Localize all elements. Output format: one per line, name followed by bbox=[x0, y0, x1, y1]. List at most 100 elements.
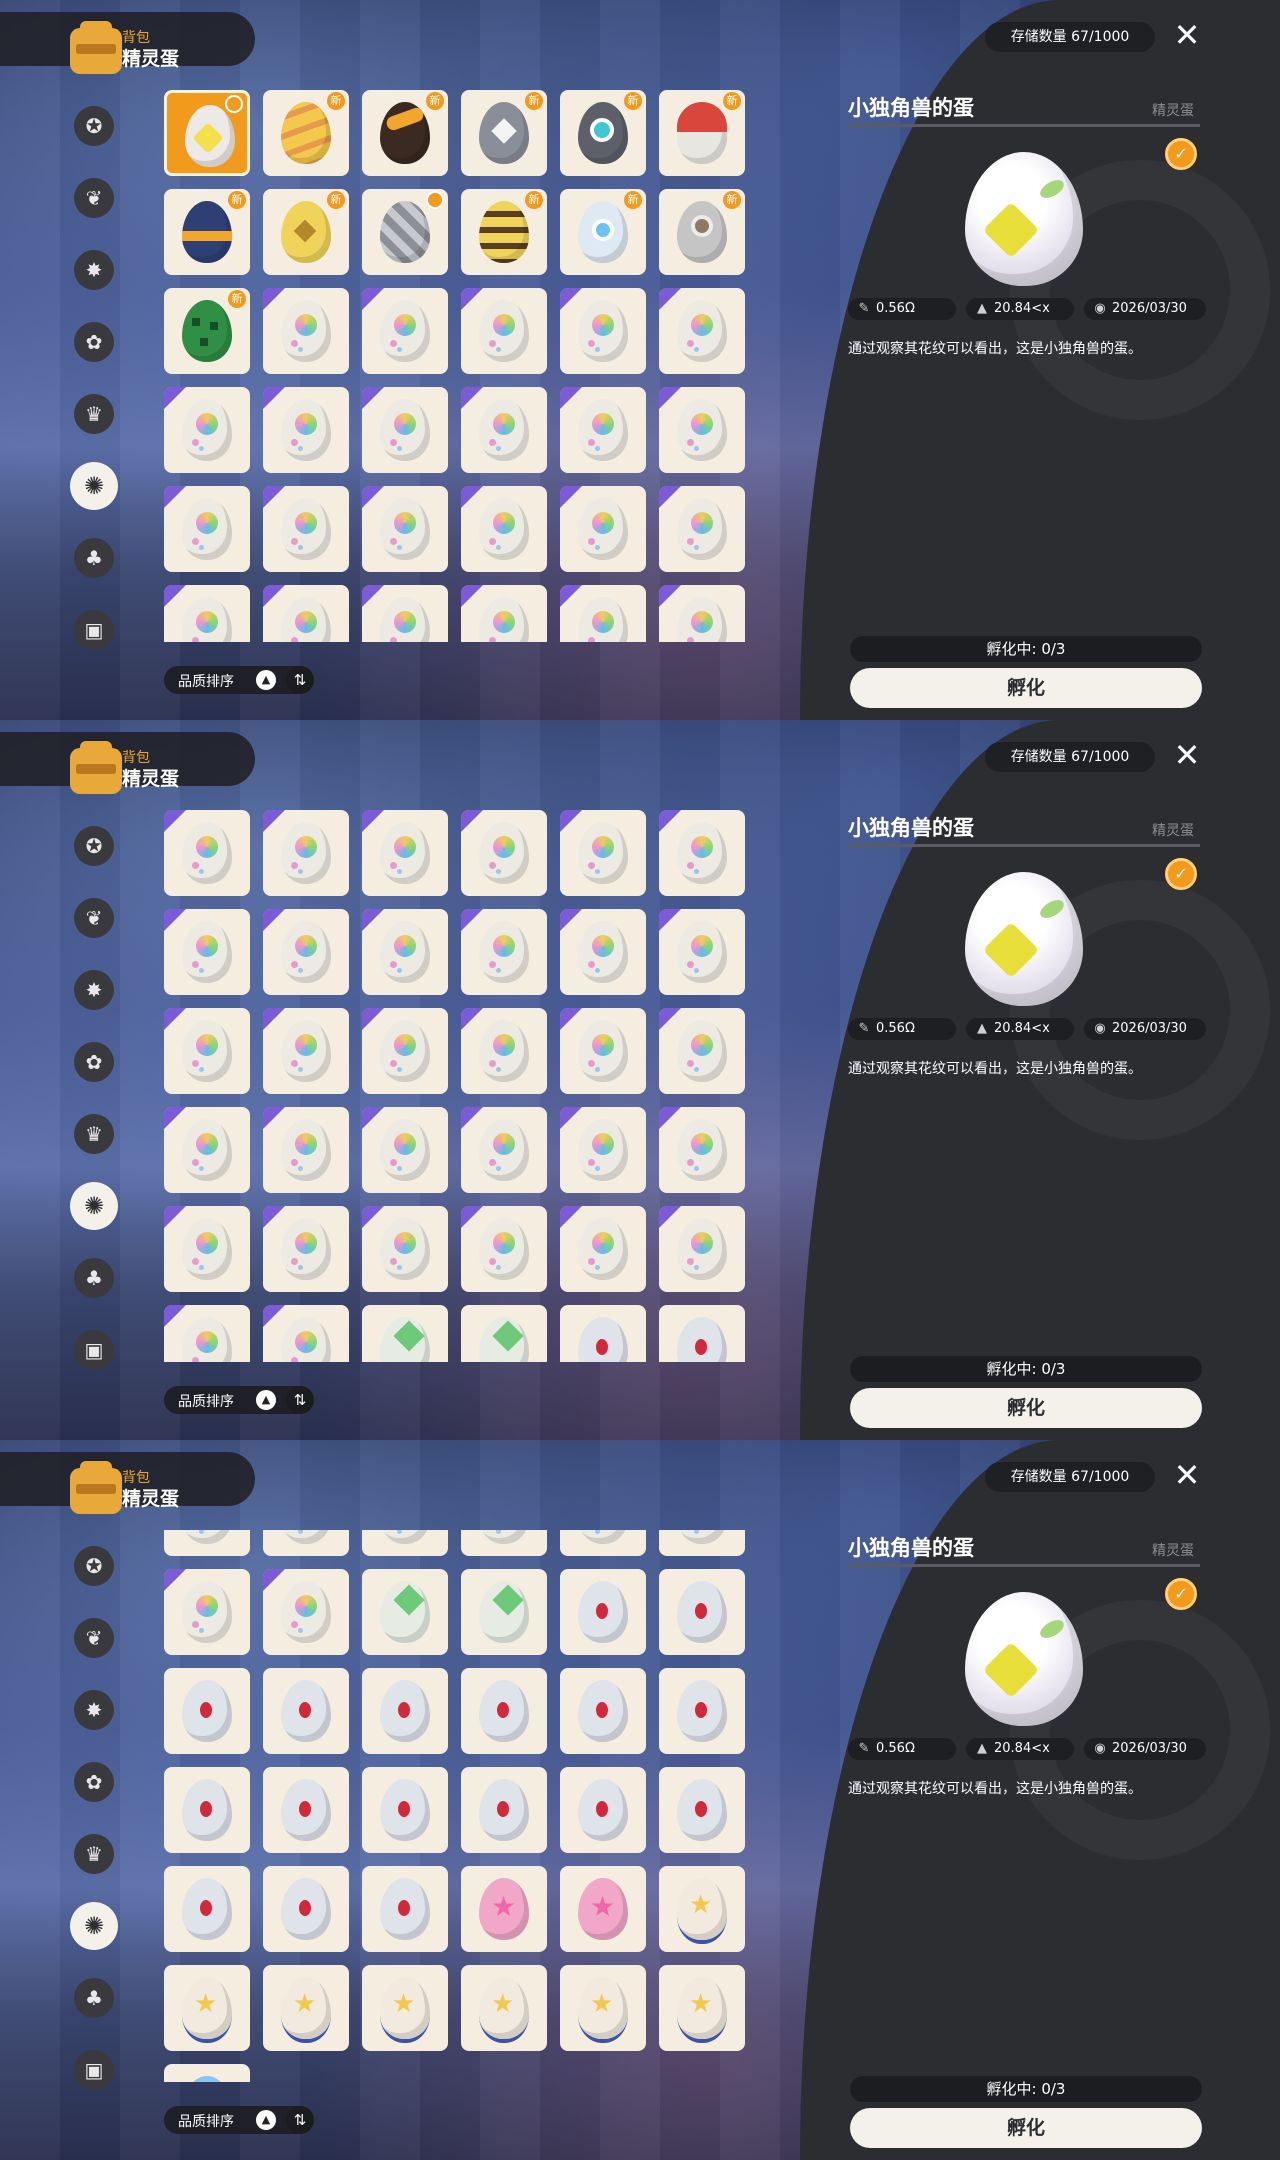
egg-slot[interactable] bbox=[263, 585, 349, 642]
sidebar-chest-icon[interactable]: ▣ bbox=[74, 610, 114, 650]
sidebar-scroll-icon[interactable]: ♛ bbox=[74, 1114, 114, 1154]
egg-slot[interactable] bbox=[560, 387, 646, 473]
sidebar-sparkle-icon[interactable]: ✸ bbox=[74, 1690, 114, 1730]
egg-slot[interactable] bbox=[659, 1767, 745, 1853]
sort-order-toggle-button[interactable]: ⇅ bbox=[286, 2106, 314, 2134]
egg-slot[interactable] bbox=[461, 1767, 547, 1853]
egg-slot[interactable] bbox=[164, 2064, 250, 2082]
egg-slot[interactable] bbox=[659, 1530, 745, 1556]
egg-slot[interactable] bbox=[659, 585, 745, 642]
egg-slot[interactable] bbox=[461, 288, 547, 374]
egg-slot[interactable] bbox=[164, 1965, 250, 2051]
egg-slot[interactable] bbox=[560, 1008, 646, 1094]
sidebar-acorn-icon[interactable]: ♣ bbox=[74, 538, 114, 578]
egg-slot[interactable] bbox=[164, 486, 250, 572]
sidebar-star-badge-icon[interactable]: ✪ bbox=[74, 1546, 114, 1586]
egg-slot[interactable] bbox=[164, 90, 250, 176]
close-button[interactable]: ✕ bbox=[1170, 738, 1204, 772]
sidebar-leaf-icon[interactable]: ❦ bbox=[74, 1618, 114, 1658]
egg-slot[interactable]: 新 bbox=[659, 90, 745, 176]
egg-slot[interactable] bbox=[461, 909, 547, 995]
egg-slot[interactable] bbox=[659, 1107, 745, 1193]
egg-slot[interactable]: 新 bbox=[461, 189, 547, 275]
egg-slot[interactable] bbox=[362, 1305, 448, 1362]
egg-slot[interactable] bbox=[461, 585, 547, 642]
egg-slot[interactable] bbox=[362, 1767, 448, 1853]
egg-slot[interactable] bbox=[164, 1305, 250, 1362]
egg-slot[interactable] bbox=[560, 288, 646, 374]
egg-slot[interactable]: 新 bbox=[560, 189, 646, 275]
sidebar-plant-icon[interactable]: ✿ bbox=[74, 322, 114, 362]
egg-slot[interactable] bbox=[560, 810, 646, 896]
egg-slot[interactable] bbox=[659, 1965, 745, 2051]
egg-slot[interactable] bbox=[659, 909, 745, 995]
sidebar-star-badge-icon[interactable]: ✪ bbox=[74, 826, 114, 866]
egg-slot[interactable] bbox=[164, 1668, 250, 1754]
egg-slot[interactable] bbox=[560, 1965, 646, 2051]
sidebar-leaf-icon[interactable]: ❦ bbox=[74, 178, 114, 218]
egg-slot[interactable] bbox=[461, 387, 547, 473]
egg-slot[interactable] bbox=[560, 909, 646, 995]
egg-slot[interactable] bbox=[263, 288, 349, 374]
sidebar-egg-category-icon[interactable]: ✺ bbox=[70, 1182, 118, 1230]
egg-slot[interactable] bbox=[560, 1107, 646, 1193]
egg-slot[interactable] bbox=[461, 486, 547, 572]
egg-slot[interactable] bbox=[362, 189, 448, 275]
egg-slot[interactable] bbox=[164, 1569, 250, 1655]
sidebar-acorn-icon[interactable]: ♣ bbox=[74, 1258, 114, 1298]
egg-slot[interactable] bbox=[461, 1008, 547, 1094]
egg-slot[interactable] bbox=[461, 1530, 547, 1556]
egg-slot[interactable] bbox=[263, 810, 349, 896]
sidebar-acorn-icon[interactable]: ♣ bbox=[74, 1978, 114, 2018]
egg-slot[interactable] bbox=[560, 1668, 646, 1754]
sidebar-scroll-icon[interactable]: ♛ bbox=[74, 394, 114, 434]
egg-slot[interactable] bbox=[164, 1107, 250, 1193]
sidebar-chest-icon[interactable]: ▣ bbox=[74, 1330, 114, 1370]
sidebar-sparkle-icon[interactable]: ✸ bbox=[74, 250, 114, 290]
egg-slot[interactable] bbox=[362, 585, 448, 642]
egg-slot[interactable] bbox=[560, 1206, 646, 1292]
egg-slot[interactable] bbox=[461, 1965, 547, 2051]
egg-slot[interactable] bbox=[164, 810, 250, 896]
egg-slot[interactable] bbox=[164, 1008, 250, 1094]
egg-slot[interactable] bbox=[362, 1668, 448, 1754]
egg-slot[interactable] bbox=[263, 1107, 349, 1193]
egg-slot[interactable] bbox=[263, 1008, 349, 1094]
egg-slot[interactable] bbox=[164, 1767, 250, 1853]
egg-slot[interactable] bbox=[461, 1206, 547, 1292]
egg-slot[interactable] bbox=[263, 387, 349, 473]
sidebar-sparkle-icon[interactable]: ✸ bbox=[74, 970, 114, 1010]
egg-slot[interactable] bbox=[461, 1668, 547, 1754]
sidebar-plant-icon[interactable]: ✿ bbox=[74, 1762, 114, 1802]
egg-slot[interactable]: 新 bbox=[461, 90, 547, 176]
egg-slot[interactable] bbox=[362, 1965, 448, 2051]
egg-slot[interactable]: 新 bbox=[164, 288, 250, 374]
close-button[interactable]: ✕ bbox=[1170, 1458, 1204, 1492]
egg-slot[interactable] bbox=[263, 1767, 349, 1853]
egg-slot[interactable] bbox=[164, 909, 250, 995]
egg-slot[interactable] bbox=[263, 1866, 349, 1952]
egg-slot[interactable] bbox=[659, 1866, 745, 1952]
egg-slot[interactable] bbox=[659, 1305, 745, 1362]
hatch-button[interactable]: 孵化 bbox=[850, 668, 1202, 708]
egg-slot[interactable] bbox=[263, 1206, 349, 1292]
sidebar-egg-category-icon[interactable]: ✺ bbox=[70, 462, 118, 510]
sidebar-plant-icon[interactable]: ✿ bbox=[74, 1042, 114, 1082]
egg-slot[interactable] bbox=[560, 1569, 646, 1655]
egg-slot[interactable] bbox=[659, 1008, 745, 1094]
egg-slot[interactable] bbox=[362, 1206, 448, 1292]
sort-order-toggle-button[interactable]: ⇅ bbox=[286, 666, 314, 694]
egg-slot[interactable] bbox=[659, 486, 745, 572]
sidebar-scroll-icon[interactable]: ♛ bbox=[74, 1834, 114, 1874]
egg-slot[interactable] bbox=[263, 1668, 349, 1754]
egg-slot[interactable] bbox=[560, 1767, 646, 1853]
egg-slot[interactable] bbox=[164, 1206, 250, 1292]
egg-slot[interactable] bbox=[362, 1008, 448, 1094]
egg-slot[interactable] bbox=[362, 810, 448, 896]
hatch-button[interactable]: 孵化 bbox=[850, 2108, 1202, 2148]
egg-slot[interactable]: 新 bbox=[560, 90, 646, 176]
egg-slot[interactable] bbox=[659, 1569, 745, 1655]
egg-slot[interactable] bbox=[362, 387, 448, 473]
egg-slot[interactable] bbox=[362, 1569, 448, 1655]
sidebar-leaf-icon[interactable]: ❦ bbox=[74, 898, 114, 938]
